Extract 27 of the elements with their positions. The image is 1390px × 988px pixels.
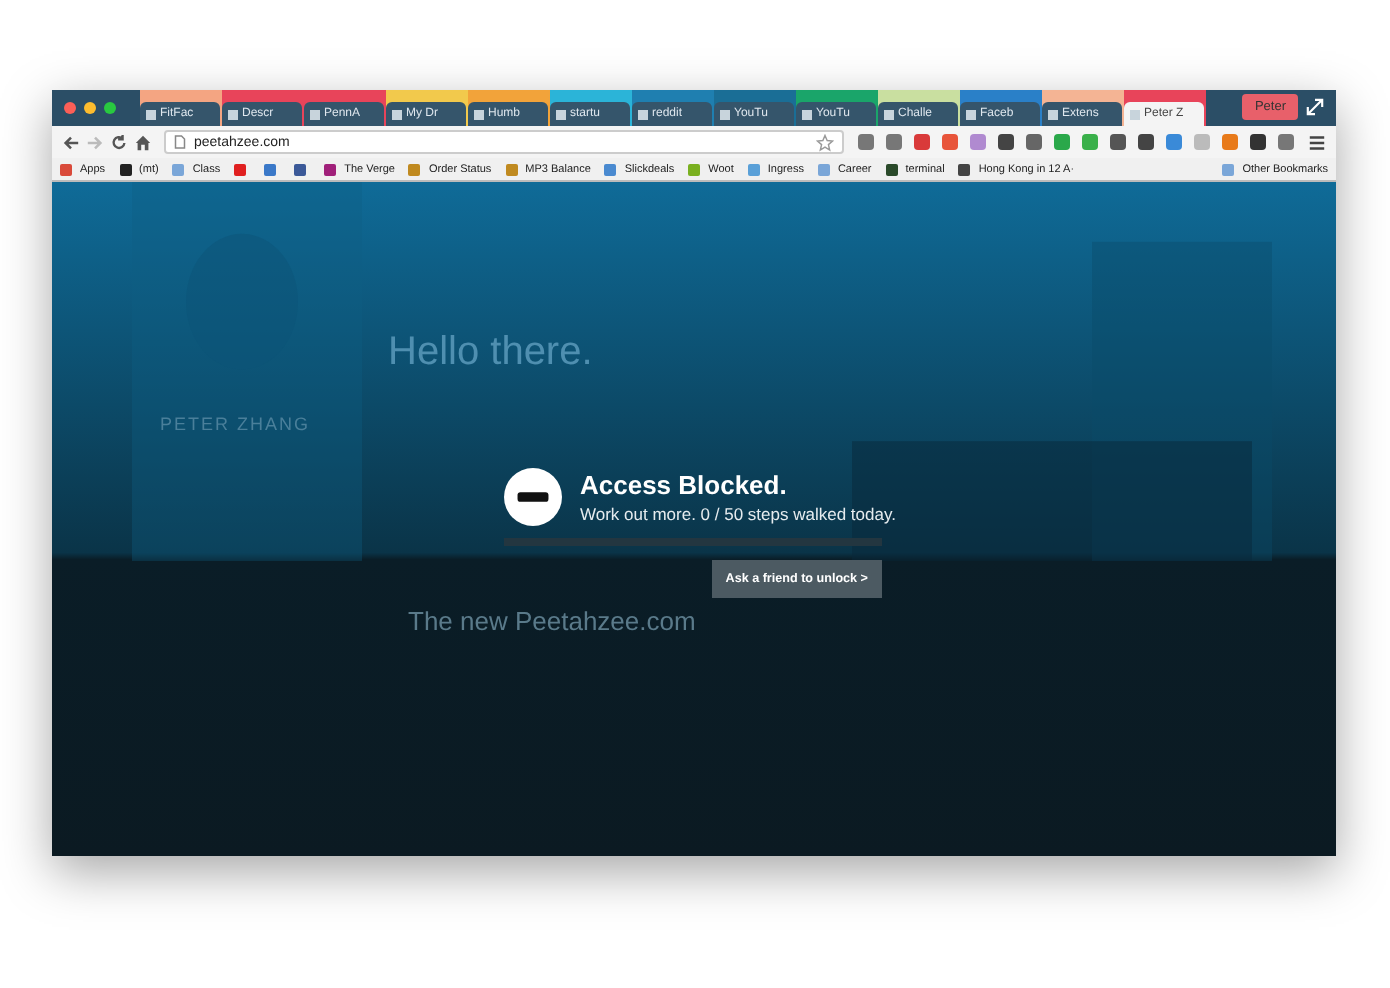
bookmark[interactable] [234, 163, 251, 175]
extension-icon[interactable] [1026, 134, 1042, 150]
extension-icon[interactable] [1138, 134, 1154, 150]
close-icon[interactable] [64, 102, 76, 114]
extension-icon[interactable] [886, 134, 902, 150]
home-icon[interactable] [134, 133, 152, 151]
menu-icon[interactable] [1308, 133, 1326, 151]
minimize-icon[interactable] [84, 102, 96, 114]
extension-icon[interactable] [1250, 134, 1266, 150]
page-icon [174, 134, 186, 150]
zoom-icon[interactable] [104, 102, 116, 114]
page-heading: The new Peetahzee.com [408, 606, 696, 636]
no-entry-icon [504, 468, 562, 526]
extension-icon[interactable] [1278, 134, 1294, 150]
extension-icon[interactable] [858, 134, 874, 150]
star-icon[interactable] [816, 133, 834, 151]
name-text: PETER ZHANG [160, 414, 311, 434]
block-message: Work out more. 0 / 50 steps walked today. [580, 504, 896, 524]
reload-icon[interactable] [110, 133, 128, 151]
block-title: Access Blocked. [580, 470, 789, 500]
greeting-text: Hello there. [388, 330, 593, 376]
extension-icon[interactable] [1110, 134, 1126, 150]
back-icon[interactable] [62, 133, 80, 151]
bookmark[interactable] [264, 163, 281, 175]
fullscreen-icon[interactable] [1306, 98, 1324, 116]
extension-icon[interactable] [998, 134, 1014, 150]
bookmark[interactable] [294, 163, 311, 175]
